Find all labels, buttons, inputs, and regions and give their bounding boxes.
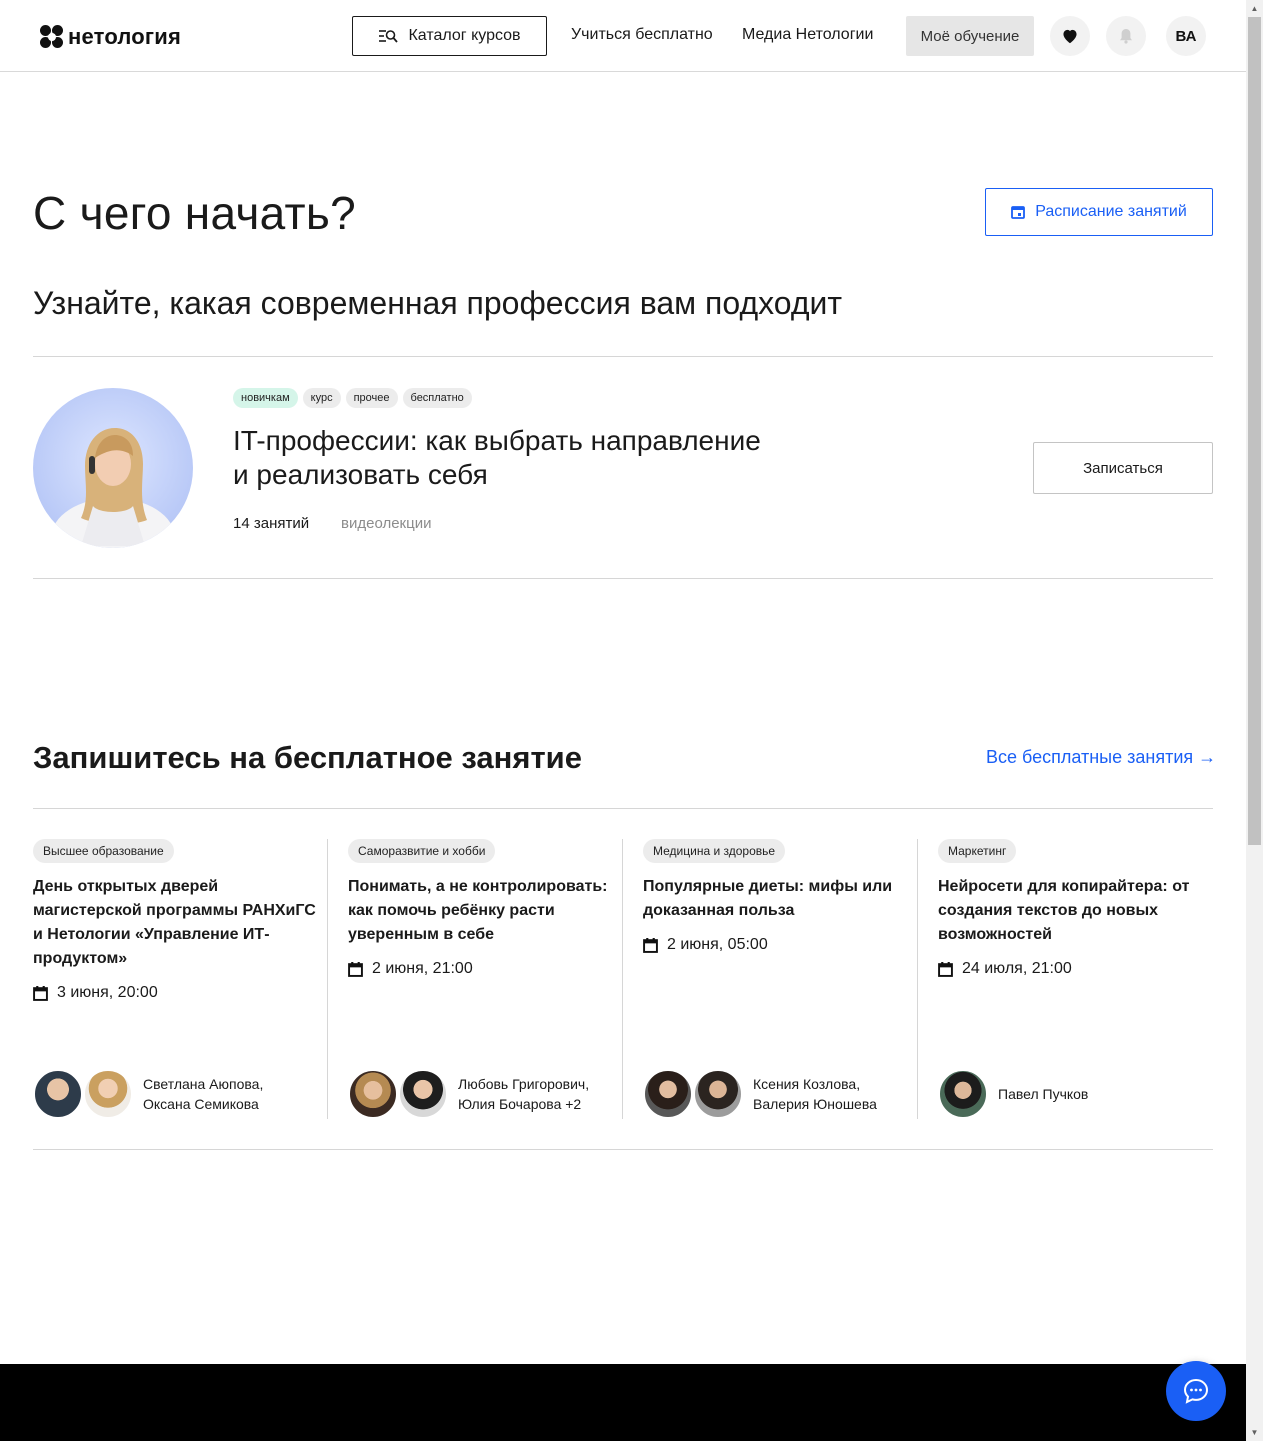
speaker-avatar xyxy=(398,1069,448,1119)
course-image[interactable] xyxy=(33,388,193,548)
lesson-speakers: Ксения Козлова, Валерия Юношева xyxy=(643,1069,877,1119)
catalog-search-icon xyxy=(379,30,399,43)
speaker-names-line: Валерия Юношева xyxy=(753,1096,877,1112)
speaker-names-line: Оксана Семикова xyxy=(143,1096,259,1112)
lesson-title[interactable]: Понимать, а не контролировать: как помоч… xyxy=(348,875,610,947)
all-free-lessons-link[interactable]: Все бесплатные занятия → xyxy=(986,747,1216,768)
tag-other[interactable]: прочее xyxy=(345,388,398,408)
speaker-names-line: Ксения Козлова, xyxy=(753,1076,861,1092)
schedule-button-label: Расписание занятий xyxy=(1035,203,1187,220)
divider xyxy=(33,808,1213,809)
speaker-avatar xyxy=(83,1069,133,1119)
enroll-button[interactable]: Записаться xyxy=(1033,442,1213,494)
notifications-button[interactable] xyxy=(1106,16,1146,56)
speaker-avatar xyxy=(693,1069,743,1119)
site-header: нетология Каталог курсов Учиться бесплат… xyxy=(0,0,1246,72)
card-divider xyxy=(917,839,918,1119)
course-title-line2: и реализовать себя xyxy=(233,459,488,490)
speaker-names-line: Павел Пучков xyxy=(998,1086,1089,1102)
user-initials: ВА xyxy=(1175,27,1197,45)
speaker-avatar xyxy=(643,1069,693,1119)
lesson-card[interactable]: Саморазвитие и хобби Понимать, а не конт… xyxy=(348,839,610,1119)
divider xyxy=(33,1149,1213,1150)
course-format: видеолекции xyxy=(341,515,432,532)
speaker-names: Светлана Аюпова, Оксана Семикова xyxy=(143,1074,263,1114)
lesson-title[interactable]: Нейросети для копирайтера: от создания т… xyxy=(938,875,1213,947)
lesson-speakers: Светлана Аюпова, Оксана Семикова xyxy=(33,1069,263,1119)
calendar-icon xyxy=(938,961,953,977)
lesson-category[interactable]: Саморазвитие и хобби xyxy=(348,839,496,863)
speaker-names: Павел Пучков xyxy=(998,1084,1088,1104)
speaker-avatar xyxy=(33,1069,83,1119)
my-learning-button[interactable]: Моё обучение xyxy=(906,16,1034,56)
chat-icon xyxy=(1183,1378,1209,1404)
lesson-date: 3 июня, 20:00 xyxy=(33,984,318,1002)
speaker-avatar xyxy=(348,1069,398,1119)
lesson-card[interactable]: Высшее образование День открытых дверей … xyxy=(33,839,318,1119)
lesson-card[interactable]: Медицина и здоровье Популярные диеты: ми… xyxy=(643,839,905,1119)
course-lessons-count: 14 занятий xyxy=(233,515,310,532)
bell-icon xyxy=(1120,29,1132,44)
tag-beginners[interactable]: новичкам xyxy=(233,388,298,408)
card-divider xyxy=(327,839,328,1119)
lesson-card[interactable]: Маркетинг Нейросети для копирайтера: от … xyxy=(938,839,1213,1119)
section-subtitle: Узнайте, какая современная профессия вам… xyxy=(33,285,843,321)
calendar-icon xyxy=(1011,206,1026,219)
lesson-speakers: Павел Пучков xyxy=(938,1069,1088,1119)
heart-icon xyxy=(1063,29,1077,44)
nav-media[interactable]: Медиа Нетологии xyxy=(742,26,873,44)
schedule-button[interactable]: Расписание занятий xyxy=(985,188,1213,236)
lesson-date: 24 июля, 21:00 xyxy=(938,960,1213,978)
catalog-button[interactable]: Каталог курсов xyxy=(352,16,547,56)
divider xyxy=(33,578,1213,579)
calendar-icon xyxy=(33,985,48,1001)
course-title[interactable]: IT-профессии: как выбрать направление и … xyxy=(233,424,833,492)
lesson-category[interactable]: Высшее образование xyxy=(33,839,174,863)
course-title-line1: IT-профессии: как выбрать направление xyxy=(233,425,761,456)
tag-free[interactable]: бесплатно xyxy=(402,388,472,408)
lesson-category[interactable]: Медицина и здоровье xyxy=(643,839,786,863)
divider xyxy=(33,356,1213,357)
speaker-avatar xyxy=(938,1069,988,1119)
lesson-speakers: Любовь Григорович, Юлия Бочарова +2 xyxy=(348,1069,589,1119)
page-scrollbar[interactable]: ▲ ▼ xyxy=(1246,0,1263,1441)
speaker-names-line: Светлана Аюпова, xyxy=(143,1076,264,1092)
lesson-date-text: 3 июня, 20:00 xyxy=(57,984,158,1001)
footer xyxy=(0,1364,1246,1441)
favorites-button[interactable] xyxy=(1050,16,1090,56)
card-divider xyxy=(622,839,623,1119)
logo-icon xyxy=(40,25,64,49)
speaker-names-line: Любовь Григорович, xyxy=(458,1076,590,1092)
lesson-date-text: 2 июня, 05:00 xyxy=(667,936,768,953)
lesson-category[interactable]: Маркетинг xyxy=(938,839,1017,863)
speaker-names: Любовь Григорович, Юлия Бочарова +2 xyxy=(458,1074,589,1114)
lesson-date-text: 24 июля, 21:00 xyxy=(962,960,1072,977)
lesson-date: 2 июня, 05:00 xyxy=(643,936,905,954)
page-title: С чего начать? xyxy=(33,187,357,239)
free-lessons-title: Запишитесь на бесплатное занятие xyxy=(33,740,582,775)
course-tags: новичкам курс прочее бесплатно xyxy=(233,388,472,408)
lesson-title[interactable]: День открытых дверей магистерской програ… xyxy=(33,875,318,971)
speaker-names: Ксения Козлова, Валерия Юношева xyxy=(753,1074,877,1114)
logo-text: нетология xyxy=(68,24,182,49)
scroll-thumb[interactable] xyxy=(1248,17,1261,845)
speaker-names-line: Юлия Бочарова +2 xyxy=(458,1096,582,1112)
scroll-up-arrow[interactable]: ▲ xyxy=(1246,0,1263,17)
catalog-button-label: Каталог курсов xyxy=(408,27,521,44)
logo[interactable]: нетология xyxy=(40,24,181,50)
user-avatar[interactable]: ВА xyxy=(1166,16,1206,56)
scroll-down-arrow[interactable]: ▼ xyxy=(1246,1424,1263,1441)
calendar-icon xyxy=(643,937,658,953)
lesson-date-text: 2 июня, 21:00 xyxy=(372,960,473,977)
lesson-date: 2 июня, 21:00 xyxy=(348,960,610,978)
nav-learn-free[interactable]: Учиться бесплатно xyxy=(571,26,713,44)
lesson-title[interactable]: Популярные диеты: мифы или доказанная по… xyxy=(643,875,905,923)
calendar-icon xyxy=(348,961,363,977)
chat-button[interactable] xyxy=(1166,1361,1226,1421)
tag-course[interactable]: курс xyxy=(302,388,341,408)
